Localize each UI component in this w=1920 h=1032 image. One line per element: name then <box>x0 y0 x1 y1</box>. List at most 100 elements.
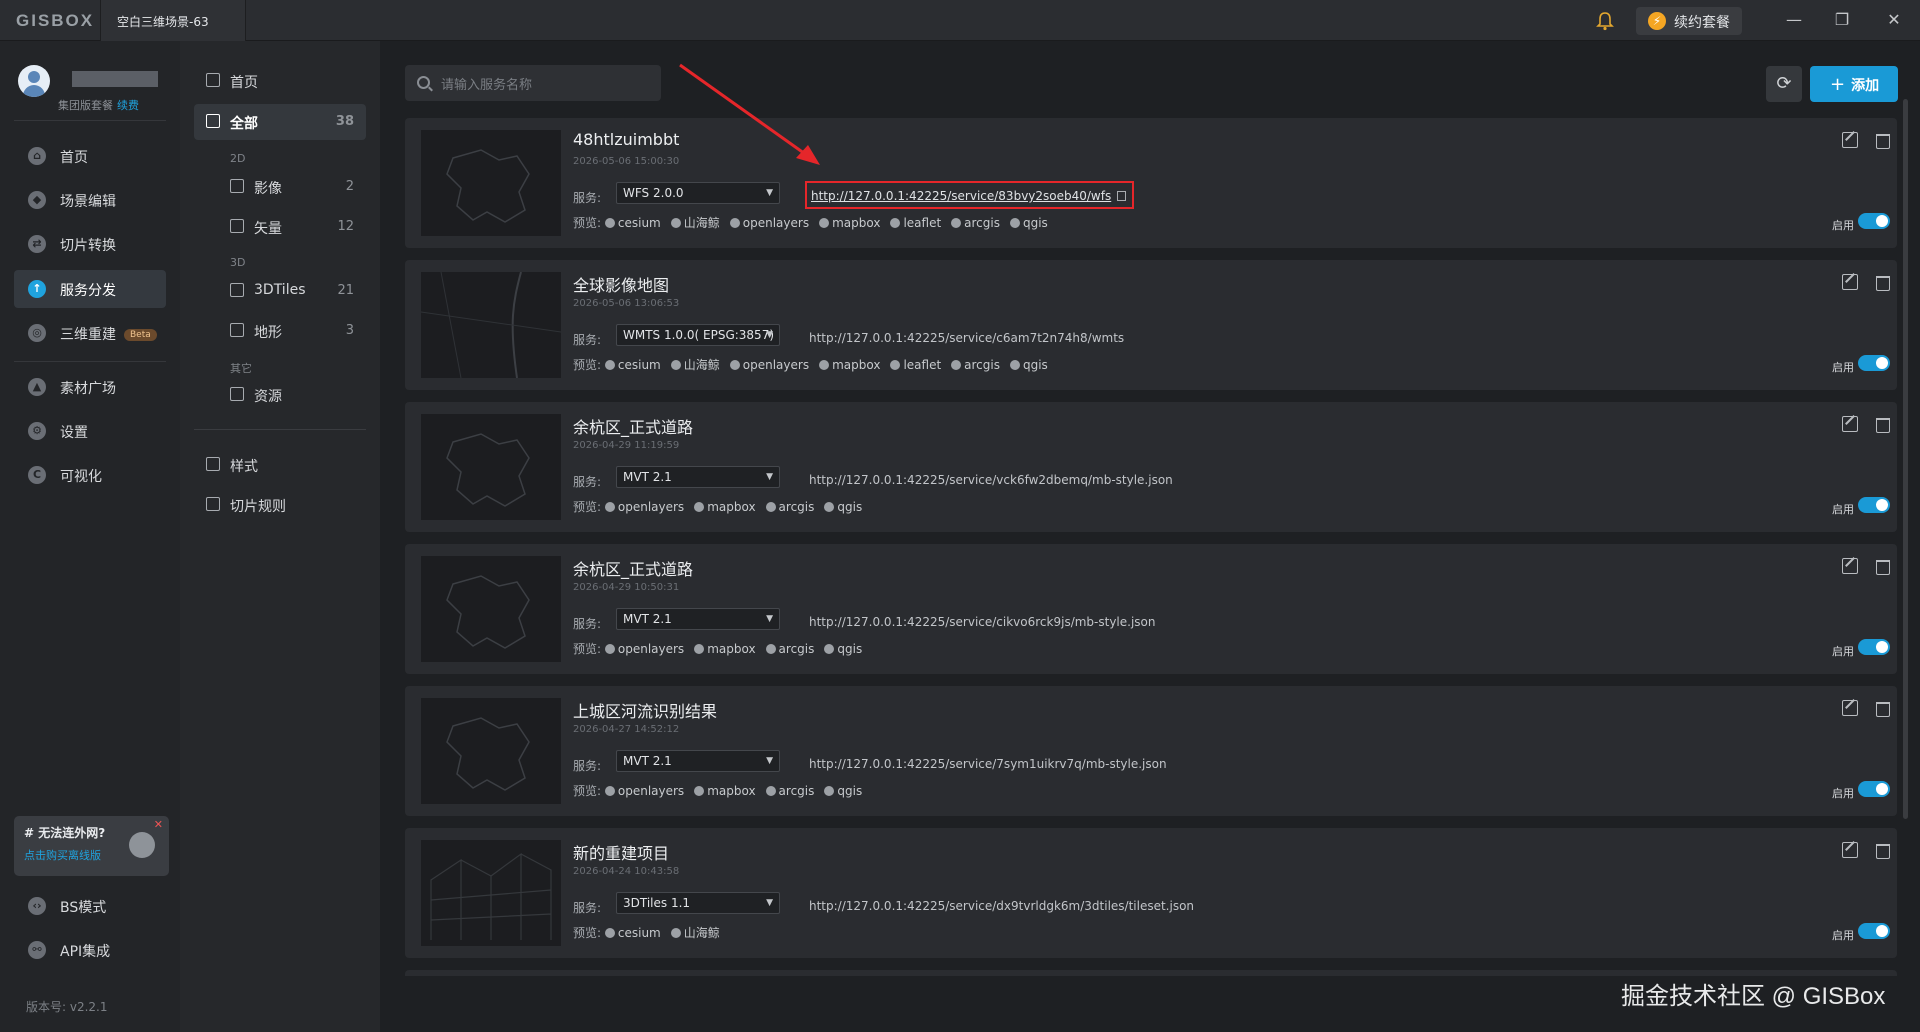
preview-openlayers[interactable]: openlayers <box>604 500 684 514</box>
service-card[interactable]: 余杭区_正式道路 2026-04-29 11:19:59 服务: MVT 2.1… <box>405 402 1897 532</box>
preview-mapbox[interactable]: mapbox <box>694 784 756 798</box>
preview-shanhaijing[interactable]: 山海鲸 <box>670 356 720 373</box>
category-imagery[interactable]: 影像 2 <box>194 169 366 205</box>
trash-icon[interactable] <box>1876 418 1890 433</box>
service-url[interactable]: http://127.0.0.1:42225/service/7sym1uikr… <box>809 757 1167 771</box>
enable-toggle[interactable] <box>1858 781 1890 797</box>
nav-item-tile-convert[interactable]: ⇄ 切片转换 <box>14 225 166 263</box>
nav-item-settings[interactable]: ⚙ 设置 <box>14 412 166 450</box>
add-button[interactable]: + 添加 <box>1810 66 1898 102</box>
category-3dtiles[interactable]: 3DTiles 21 <box>194 273 366 309</box>
close-icon[interactable]: ✕ <box>1882 8 1906 32</box>
preview-openlayers[interactable]: openlayers <box>604 784 684 798</box>
service-url[interactable]: http://127.0.0.1:42225/service/cikvo6rck… <box>809 615 1156 629</box>
avatar[interactable] <box>18 65 50 97</box>
category-all[interactable]: 全部 38 <box>194 104 366 140</box>
preview-arcgis[interactable]: arcgis <box>765 642 814 656</box>
preview-openlayers[interactable]: openlayers <box>729 216 809 230</box>
service-card[interactable]: 上城区河流识别结果 2026-04-27 14:52:12 服务: MVT 2.… <box>405 686 1897 816</box>
service-card[interactable]: 新的重建项目 2026-04-24 10:43:58 服务: 3DTiles 1… <box>405 828 1897 958</box>
edit-icon[interactable] <box>1842 274 1858 290</box>
edit-icon[interactable] <box>1842 842 1858 858</box>
nav-item-scene-edit[interactable]: ◆ 场景编辑 <box>14 181 166 219</box>
close-icon[interactable]: ✕ <box>154 818 163 831</box>
renew-plan-button[interactable]: ⚡ 续约套餐 <box>1636 7 1742 35</box>
service-card[interactable]: 48htlzuimbbt 2026-05-06 15:00:30 服务: WFS… <box>405 118 1897 248</box>
renew-link[interactable]: 续费 <box>117 99 139 112</box>
service-url[interactable]: http://127.0.0.1:42225/service/vck6fw2db… <box>809 473 1173 487</box>
preview-cesium[interactable]: cesium <box>604 216 661 230</box>
service-url-text[interactable]: http://127.0.0.1:42225/service/83bvy2soe… <box>811 189 1111 203</box>
category-terrain[interactable]: 地形 3 <box>194 313 366 349</box>
bell-icon[interactable] <box>1594 10 1616 32</box>
enable-toggle[interactable] <box>1858 213 1890 229</box>
copy-icon[interactable] <box>1117 191 1127 201</box>
preview-qgis[interactable]: qgis <box>1009 358 1048 372</box>
trash-icon[interactable] <box>1876 560 1890 575</box>
refresh-button[interactable]: ⟳ <box>1766 66 1802 102</box>
preview-qgis[interactable]: qgis <box>1009 216 1048 230</box>
trash-icon[interactable] <box>1876 276 1890 291</box>
nav-item-home[interactable]: ⌂ 首页 <box>14 137 166 175</box>
scrollbar[interactable] <box>1903 99 1908 819</box>
preview-cesium[interactable]: cesium <box>604 926 661 940</box>
edit-icon[interactable] <box>1842 416 1858 432</box>
preview-shanhaijing[interactable]: 山海鲸 <box>670 924 720 941</box>
enable-toggle[interactable] <box>1858 355 1890 371</box>
search-input[interactable]: 请输入服务名称 <box>405 65 661 101</box>
service-version-select[interactable]: MVT 2.1 ▼ <box>616 608 780 630</box>
category-style[interactable]: 样式 <box>194 447 366 483</box>
edit-icon[interactable] <box>1842 700 1858 716</box>
minimize-icon[interactable]: — <box>1782 8 1806 32</box>
preview-cesium[interactable]: cesium <box>604 358 661 372</box>
offline-promo-banner[interactable]: # 无法连外网? 点击购买离线版 ✕ <box>14 816 169 876</box>
window-tab[interactable]: 空白三维场景-63 <box>100 0 246 41</box>
service-url[interactable]: http://127.0.0.1:42225/service/dx9tvrldg… <box>809 899 1194 913</box>
preview-mapbox[interactable]: mapbox <box>694 642 756 656</box>
nav-item-bs-mode[interactable]: ‹› BS模式 <box>14 887 166 925</box>
service-version-select[interactable]: WFS 2.0.0 ▼ <box>616 182 780 204</box>
preview-arcgis[interactable]: arcgis <box>951 216 1000 230</box>
preview-leaflet[interactable]: leaflet <box>890 358 941 372</box>
service-version-select[interactable]: 3DTiles 1.1 ▼ <box>616 892 780 914</box>
service-version-select[interactable]: MVT 2.1 ▼ <box>616 750 780 772</box>
category-home[interactable]: 首页 <box>194 63 366 99</box>
preview-openlayers[interactable]: openlayers <box>729 358 809 372</box>
preview-leaflet[interactable]: leaflet <box>890 216 941 230</box>
nav-item-service-publish[interactable]: ↑ 服务分发 <box>14 270 166 308</box>
category-resource[interactable]: 资源 <box>194 377 366 413</box>
category-vector[interactable]: 矢量 12 <box>194 209 366 245</box>
preview-arcgis[interactable]: arcgis <box>765 500 814 514</box>
nav-item-3d-reconstruct[interactable]: ◎ 三维重建 Beta <box>14 314 166 352</box>
service-url[interactable]: http://127.0.0.1:42225/service/c6am7t2n7… <box>809 331 1124 345</box>
category-tile-rule[interactable]: 切片规则 <box>194 487 366 523</box>
preview-mapbox[interactable]: mapbox <box>819 358 880 372</box>
nav-item-visualization[interactable]: C 可视化 <box>14 456 166 494</box>
trash-icon[interactable] <box>1876 134 1890 149</box>
user-panel[interactable]: 集团版套餐 续费 <box>16 57 176 117</box>
edit-icon[interactable] <box>1842 132 1858 148</box>
preview-arcgis[interactable]: arcgis <box>951 358 1000 372</box>
service-url[interactable]: http://127.0.0.1:42225/service/83bvy2soe… <box>805 181 1135 209</box>
preview-mapbox[interactable]: mapbox <box>819 216 880 230</box>
enable-toggle[interactable] <box>1858 639 1890 655</box>
service-card[interactable]: 全球影像地图 2026-05-06 13:06:53 服务: WMTS 1.0.… <box>405 260 1897 390</box>
enable-toggle[interactable] <box>1858 497 1890 513</box>
enable-toggle[interactable] <box>1858 923 1890 939</box>
preview-mapbox[interactable]: mapbox <box>694 500 756 514</box>
edit-icon[interactable] <box>1842 558 1858 574</box>
preview-qgis[interactable]: qgis <box>824 642 862 656</box>
preview-openlayers[interactable]: openlayers <box>604 642 684 656</box>
preview-arcgis[interactable]: arcgis <box>765 784 814 798</box>
nav-item-api[interactable]: ⚯ API集成 <box>14 931 166 969</box>
nav-item-asset-market[interactable]: ▲ 素材广场 <box>14 368 166 406</box>
preview-qgis[interactable]: qgis <box>824 784 862 798</box>
trash-icon[interactable] <box>1876 844 1890 859</box>
preview-qgis[interactable]: qgis <box>824 500 862 514</box>
trash-icon[interactable] <box>1876 702 1890 717</box>
service-version-select[interactable]: WMTS 1.0.0( EPSG:3857) ▼ <box>616 324 780 346</box>
service-card[interactable]: 余杭区_正式道路 2026-04-29 10:50:31 服务: MVT 2.1… <box>405 544 1897 674</box>
preview-shanhaijing[interactable]: 山海鲸 <box>670 214 720 231</box>
restore-icon[interactable]: ❐ <box>1830 8 1854 32</box>
service-version-select[interactable]: MVT 2.1 ▼ <box>616 466 780 488</box>
